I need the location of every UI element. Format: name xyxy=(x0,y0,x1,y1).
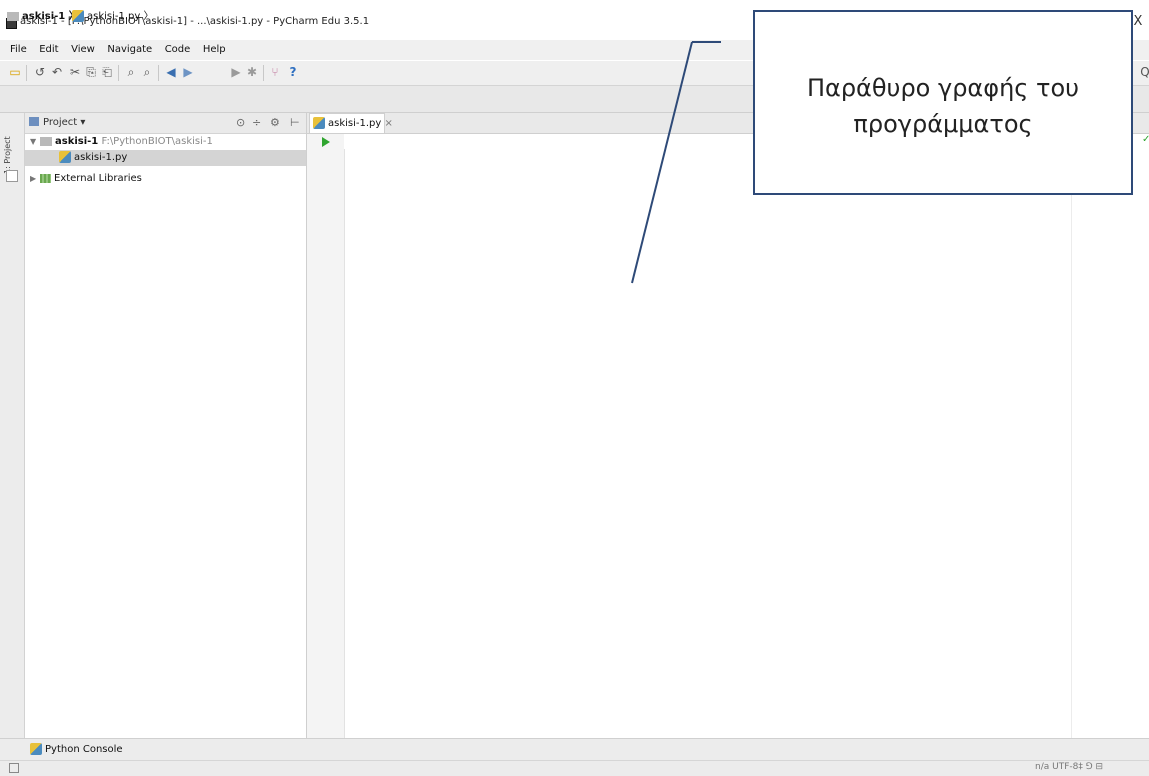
bottom-tool-bar xyxy=(0,738,1149,760)
debug-icon[interactable]: ✱ xyxy=(245,65,259,79)
search-icon[interactable]: Q xyxy=(1138,65,1149,79)
menu-help[interactable]: Help xyxy=(203,40,226,60)
undo-icon[interactable]: ↶ xyxy=(50,65,64,79)
tree-item-root[interactable]: ▼ askisi-1 F:\PythonBIOT\askisi-1 xyxy=(25,134,306,150)
hide-panel-icon[interactable]: ⊢ xyxy=(290,116,300,129)
paste-icon[interactable]: ⎗ xyxy=(100,65,114,79)
replace-icon[interactable]: ⌕ xyxy=(140,65,154,79)
project-view-selector[interactable]: Project ▾ xyxy=(43,117,85,128)
menu-navigate[interactable]: Navigate xyxy=(107,40,152,60)
vcs-icon[interactable]: ⑂ xyxy=(268,65,282,79)
python-file-icon xyxy=(313,117,325,129)
editor-gutter xyxy=(307,134,345,738)
chevron-right-icon: ▶ xyxy=(30,174,37,183)
collapse-all-icon[interactable]: ÷ xyxy=(252,116,261,129)
tree-item-external-libraries[interactable]: ▶ External Libraries xyxy=(25,171,306,187)
run-marker-icon[interactable] xyxy=(322,137,330,147)
python-console-icon xyxy=(30,743,42,755)
chevron-down-icon: ▼ xyxy=(30,137,37,146)
copy-icon[interactable]: ⎘ xyxy=(84,65,98,79)
close-icon[interactable]: × xyxy=(385,118,393,129)
cut-icon[interactable]: ✂ xyxy=(68,65,82,79)
menu-code[interactable]: Code xyxy=(165,40,191,60)
structure-icon[interactable] xyxy=(6,170,18,182)
editor-tab-label: askisi-1.py × xyxy=(313,117,393,129)
status-bar xyxy=(0,760,1149,776)
forward-icon[interactable]: ▶ xyxy=(181,65,195,79)
folder-icon xyxy=(40,136,52,146)
status-encoding[interactable]: n/a UTF-8‡ ⅁ ⊟ xyxy=(1035,762,1103,772)
python-file-icon xyxy=(72,10,84,22)
python-file-icon xyxy=(59,151,71,163)
find-icon[interactable]: ⌕ xyxy=(124,65,138,79)
tool-window-strip xyxy=(0,113,25,738)
library-icon xyxy=(40,173,51,183)
right-margin-guide xyxy=(1071,134,1072,738)
tool-windows-toggle-icon[interactable] xyxy=(9,763,19,773)
toolbar-separator xyxy=(26,65,27,81)
sync-icon[interactable]: ↺ xyxy=(33,65,47,79)
project-icon xyxy=(29,117,39,126)
run-icon[interactable]: ▶ xyxy=(229,65,243,79)
menu-file[interactable]: File xyxy=(10,40,27,60)
back-icon[interactable]: ◀ xyxy=(164,65,178,79)
toolbar-separator xyxy=(158,65,159,81)
breadcrumb-file[interactable]: askisi-1.py 〉 xyxy=(72,7,154,22)
python-console-button[interactable]: Python Console xyxy=(30,743,123,755)
folder-icon xyxy=(7,11,19,21)
menu-edit[interactable]: Edit xyxy=(39,40,58,60)
help-icon[interactable]: ? xyxy=(286,65,300,79)
toolbar-separator xyxy=(263,65,264,81)
breadcrumb-project[interactable]: askisi-1 〉 xyxy=(7,7,79,22)
menu-view[interactable]: View xyxy=(71,40,95,60)
open-folder-icon[interactable]: ▭ xyxy=(8,65,22,79)
tree-item-file[interactable]: askisi-1.py xyxy=(25,150,306,166)
gear-icon[interactable]: ⚙ xyxy=(270,116,280,129)
chevron-down-icon: ▾ xyxy=(80,117,86,128)
project-panel xyxy=(25,113,307,738)
annotation-text: Παράθυρο γραφής του προγράμματος xyxy=(806,74,1080,138)
toolbar-separator xyxy=(118,65,119,81)
scroll-from-source-icon[interactable]: ⊙ xyxy=(236,116,245,129)
check-icon: ✓ xyxy=(1142,134,1149,145)
